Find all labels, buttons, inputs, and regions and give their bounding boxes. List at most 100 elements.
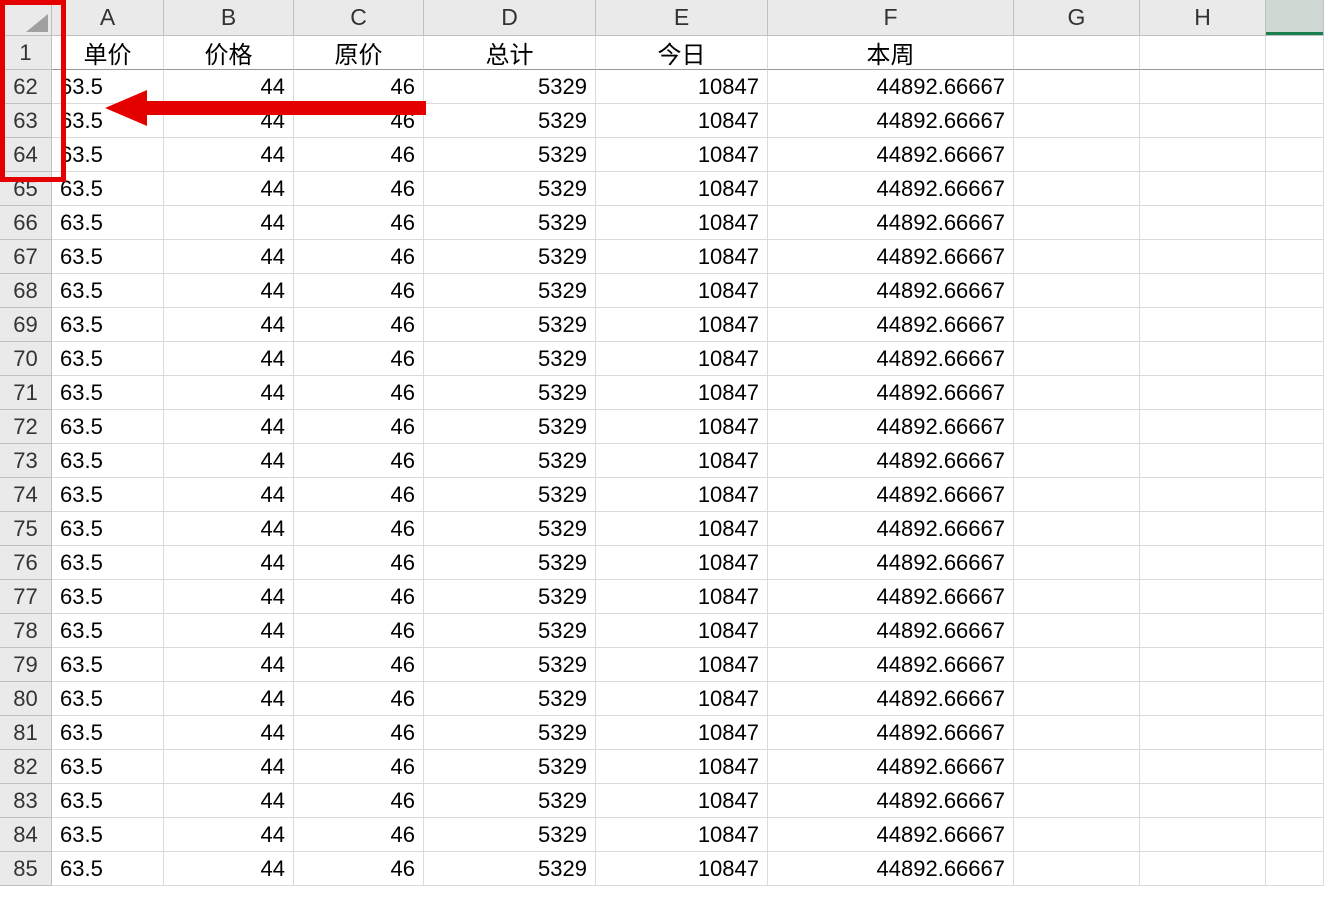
cell[interactable]: 10847: [596, 308, 768, 342]
cell[interactable]: 10847: [596, 138, 768, 172]
cell[interactable]: 5329: [424, 342, 596, 376]
cell[interactable]: [1266, 818, 1324, 852]
cell[interactable]: 63.5: [52, 682, 164, 716]
row-header[interactable]: 76: [0, 546, 52, 580]
cell[interactable]: [1266, 512, 1324, 546]
cell[interactable]: 63.5: [52, 104, 164, 138]
cell[interactable]: 44892.66667: [768, 648, 1014, 682]
row-header[interactable]: 74: [0, 478, 52, 512]
cell[interactable]: 10847: [596, 240, 768, 274]
cell[interactable]: [1014, 240, 1140, 274]
cell[interactable]: 10847: [596, 342, 768, 376]
cell[interactable]: 63.5: [52, 750, 164, 784]
cell[interactable]: [1266, 104, 1324, 138]
cell[interactable]: [1266, 478, 1324, 512]
cell[interactable]: [1140, 478, 1266, 512]
cell[interactable]: 44: [164, 444, 294, 478]
cell[interactable]: 5329: [424, 682, 596, 716]
cell[interactable]: 46: [294, 750, 424, 784]
cell[interactable]: [1140, 104, 1266, 138]
row-header[interactable]: 85: [0, 852, 52, 886]
cell[interactable]: 46: [294, 342, 424, 376]
cell[interactable]: 63.5: [52, 614, 164, 648]
row-header[interactable]: 75: [0, 512, 52, 546]
row-header[interactable]: 79: [0, 648, 52, 682]
cell[interactable]: 10847: [596, 614, 768, 648]
cell[interactable]: 10847: [596, 546, 768, 580]
cell[interactable]: 10847: [596, 750, 768, 784]
cell[interactable]: 5329: [424, 376, 596, 410]
cell[interactable]: [1140, 546, 1266, 580]
cell[interactable]: 44892.66667: [768, 172, 1014, 206]
cell[interactable]: 46: [294, 682, 424, 716]
cell[interactable]: 44: [164, 376, 294, 410]
cell[interactable]: 10847: [596, 818, 768, 852]
cell[interactable]: 44892.66667: [768, 274, 1014, 308]
cell[interactable]: 5329: [424, 172, 596, 206]
cell[interactable]: 44892.66667: [768, 444, 1014, 478]
row-header[interactable]: 65: [0, 172, 52, 206]
cell[interactable]: [1014, 614, 1140, 648]
cell[interactable]: 44: [164, 410, 294, 444]
cell[interactable]: 44892.66667: [768, 512, 1014, 546]
cell[interactable]: [1266, 172, 1324, 206]
cell[interactable]: 44: [164, 206, 294, 240]
cell[interactable]: 5329: [424, 546, 596, 580]
cell[interactable]: 10847: [596, 206, 768, 240]
cell[interactable]: [1140, 240, 1266, 274]
row-header[interactable]: 78: [0, 614, 52, 648]
cell[interactable]: 46: [294, 410, 424, 444]
cell[interactable]: 44: [164, 580, 294, 614]
cell[interactable]: 10847: [596, 444, 768, 478]
cell[interactable]: [1014, 70, 1140, 104]
cell[interactable]: 46: [294, 546, 424, 580]
cell[interactable]: 63.5: [52, 376, 164, 410]
cell[interactable]: 44: [164, 274, 294, 308]
cell[interactable]: 总计: [424, 36, 596, 70]
row-header[interactable]: 69: [0, 308, 52, 342]
cell[interactable]: 44892.66667: [768, 852, 1014, 886]
cell[interactable]: 63.5: [52, 478, 164, 512]
cell[interactable]: 46: [294, 240, 424, 274]
cell[interactable]: 5329: [424, 308, 596, 342]
cell[interactable]: [1266, 784, 1324, 818]
cell[interactable]: [1014, 682, 1140, 716]
cell[interactable]: 44: [164, 784, 294, 818]
column-header-d[interactable]: D: [424, 0, 596, 36]
cell[interactable]: [1014, 206, 1140, 240]
row-header[interactable]: 70: [0, 342, 52, 376]
cell[interactable]: [1140, 308, 1266, 342]
cell[interactable]: 原价: [294, 36, 424, 70]
cell[interactable]: 10847: [596, 376, 768, 410]
cell[interactable]: [1140, 682, 1266, 716]
cell[interactable]: 44: [164, 614, 294, 648]
cell[interactable]: [1266, 852, 1324, 886]
cell[interactable]: 46: [294, 444, 424, 478]
cell[interactable]: [1140, 716, 1266, 750]
cell[interactable]: 10847: [596, 478, 768, 512]
column-header-h[interactable]: H: [1140, 0, 1266, 36]
cell[interactable]: 46: [294, 784, 424, 818]
cell[interactable]: 63.5: [52, 138, 164, 172]
cell[interactable]: 44: [164, 138, 294, 172]
cell[interactable]: 46: [294, 376, 424, 410]
cell[interactable]: 10847: [596, 274, 768, 308]
cell[interactable]: [1140, 580, 1266, 614]
cell[interactable]: [1014, 716, 1140, 750]
cell[interactable]: 10847: [596, 172, 768, 206]
cell[interactable]: 单价: [52, 36, 164, 70]
cell[interactable]: [1014, 512, 1140, 546]
cell[interactable]: 10847: [596, 512, 768, 546]
cell[interactable]: 46: [294, 308, 424, 342]
cell[interactable]: 46: [294, 104, 424, 138]
cell[interactable]: [1014, 376, 1140, 410]
cell[interactable]: 5329: [424, 512, 596, 546]
cell[interactable]: [1014, 410, 1140, 444]
cell[interactable]: [1140, 444, 1266, 478]
cell[interactable]: 63.5: [52, 818, 164, 852]
cell[interactable]: 44: [164, 750, 294, 784]
cell[interactable]: 10847: [596, 852, 768, 886]
cell[interactable]: [1266, 716, 1324, 750]
cell[interactable]: 44892.66667: [768, 70, 1014, 104]
cell[interactable]: [1014, 36, 1140, 70]
